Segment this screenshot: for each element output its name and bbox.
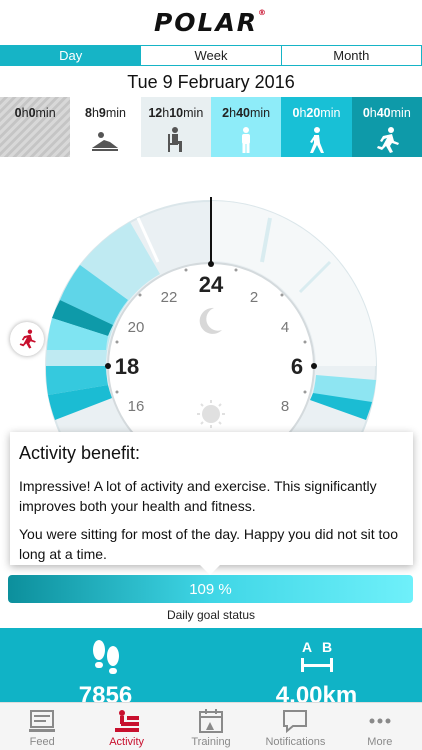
nav-notifications[interactable]: Notifications [253,703,337,750]
steps-stat[interactable]: 7856 [0,628,211,702]
level-walking[interactable]: 0h20min [281,97,352,157]
tab-month[interactable]: Month [281,46,421,65]
distance-value: 4.00km [275,682,358,702]
benefit-text: Impressive! A lot of activity and exerci… [19,478,377,514]
notifications-icon [283,710,308,734]
level-duration: 0h0min [14,106,56,120]
walking-icon [310,127,325,153]
training-icon [199,709,224,733]
level-sitting[interactable]: 12h10min [140,97,211,157]
goal-label: Daily goal status [166,608,256,622]
app-header: POLAR® [0,0,422,44]
daily-goal-bar: 109 % [8,575,413,603]
nav-activity[interactable]: Activity [84,703,168,750]
level-resting[interactable]: 8h9min [70,97,141,157]
dial-label-left: 18 [115,354,139,379]
polar-logo: POLAR® [153,7,269,37]
tab-day[interactable]: Day [1,46,142,65]
distance-stat[interactable]: A B 4.00km [211,628,422,702]
dial-label-22: 22 [161,289,178,306]
steps-value: 7856 [78,682,133,702]
stats-panel: 7856 A B 4.00km [0,628,422,702]
level-duration: 0h40min [362,106,411,120]
level-standing[interactable]: 2h40min [210,97,282,157]
activity-levels: 0h0min 8h9min 12h10min 2h40min 0h20min 0… [0,97,422,157]
svg-text:A: A [301,639,311,655]
date-title: Tue 9 February 2016 [127,72,295,92]
level-not-worn[interactable]: 0h0min [0,97,71,157]
svg-text:B: B [321,639,331,655]
level-running[interactable]: 0h40min [351,97,422,157]
level-duration: 8h9min [84,106,126,120]
more-icon [369,718,391,724]
dial-label-top: 24 [199,272,224,297]
tab-week[interactable]: Week [141,46,282,65]
benefit-title: Activity benefit: [19,443,141,463]
dial-label-2: 2 [250,289,258,306]
dial-label-8: 8 [281,398,289,415]
activity-dial-graphic: 24 18 6 12 22 2 20 4 16 8 14 10 [45,197,377,470]
running-icon [19,329,36,349]
activity-dial[interactable]: 24 18 6 12 22 2 20 4 16 8 14 10 [0,190,422,470]
nav-feed[interactable]: Feed [0,703,84,750]
footsteps-icon [92,640,119,674]
dial-label-20: 20 [128,319,145,336]
benefit-text: You were sitting for most of the day. Ha… [19,526,398,562]
nav-more[interactable]: More [338,703,422,750]
activity-icon [114,710,139,732]
level-duration: 0h20min [292,106,341,120]
sitting-icon [167,127,182,152]
activity-benefit-card: Activity benefit: Impressive! A lot of a… [10,432,413,575]
dial-label-16: 16 [128,398,145,415]
period-tabs: Day Week Month [0,45,422,66]
level-duration: 12h10min [148,106,204,120]
standing-icon [242,127,251,153]
feed-icon [29,710,56,732]
dial-label-right: 6 [291,354,303,379]
distance-icon: A B [300,639,333,672]
dial-label-4: 4 [281,319,289,336]
activity-peak-marker[interactable] [10,322,44,356]
resting-icon [92,132,119,151]
nav-training[interactable]: Training [169,703,253,750]
bottom-nav: Feed Activity Training Notifications Mor… [0,702,422,750]
goal-percent: 109 % [189,580,232,598]
level-duration: 2h40min [222,106,271,120]
running-icon [376,127,399,153]
